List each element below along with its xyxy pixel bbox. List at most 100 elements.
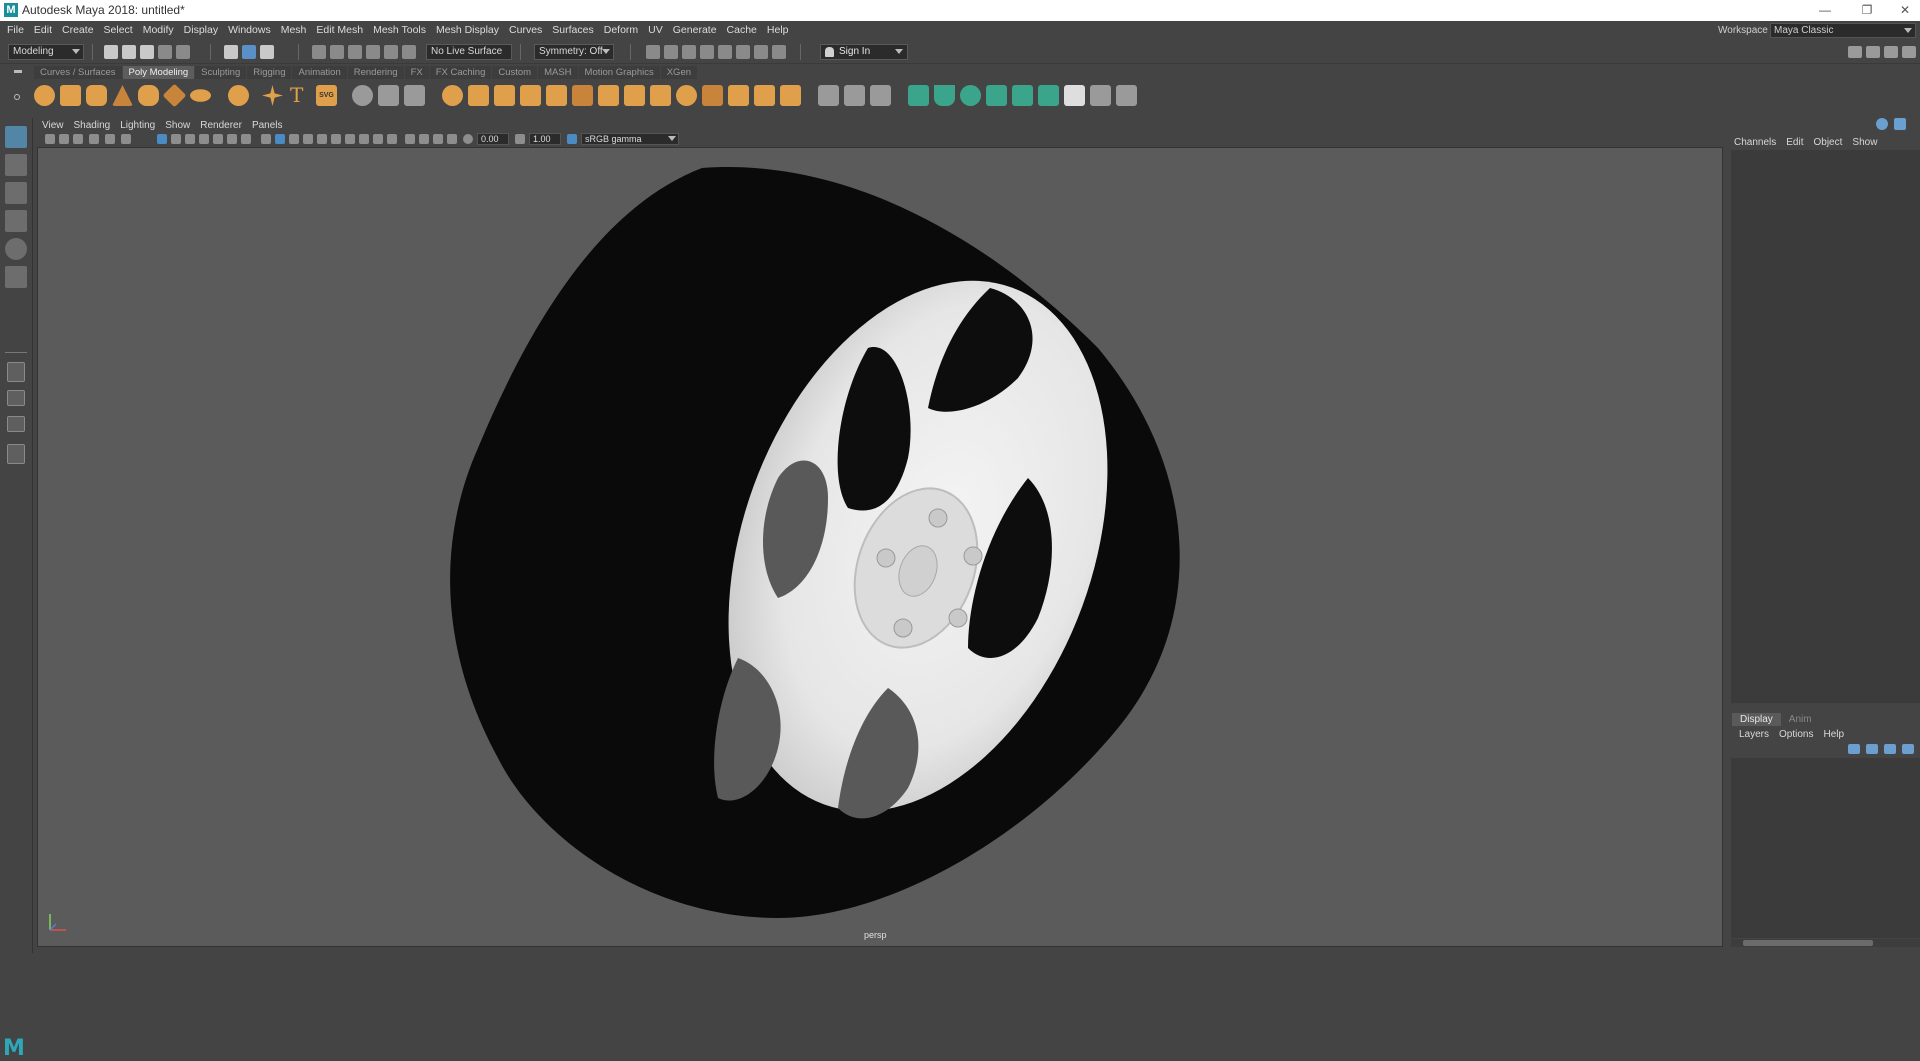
isolate-select-icon[interactable] (405, 134, 415, 144)
menu-display[interactable]: Display (179, 21, 223, 40)
smooth-icon[interactable] (404, 85, 425, 106)
poly-disc-icon[interactable] (190, 89, 211, 102)
menu-cache[interactable]: Cache (722, 21, 762, 40)
lasso-tool-icon[interactable] (5, 154, 27, 176)
view-transform-dropdown[interactable]: sRGB gamma (581, 133, 679, 145)
safe-action-icon[interactable] (227, 134, 237, 144)
light-editor-icon[interactable] (754, 45, 768, 59)
screen-space-ao-icon[interactable] (345, 134, 355, 144)
uv-cut-icon[interactable] (1090, 85, 1111, 106)
minimize-icon[interactable]: — (1810, 2, 1840, 18)
new-empty-layer-icon[interactable] (1884, 744, 1896, 754)
shelf-menu-icon[interactable] (14, 70, 22, 73)
two-d-pan-zoom-icon[interactable] (105, 134, 115, 144)
shelf-tab-fx[interactable]: FX (404, 66, 429, 79)
rotate-tool-icon[interactable] (5, 238, 27, 260)
uv-checker-icon[interactable] (1064, 85, 1085, 106)
toggle-attribute-editor-icon[interactable] (1866, 46, 1880, 58)
boolean-icon[interactable] (442, 85, 463, 106)
grid-toggle-icon[interactable] (157, 134, 167, 144)
redo-icon[interactable] (176, 45, 190, 59)
quadrangulate-icon[interactable] (780, 85, 801, 106)
shelf-tab-motion-graphics[interactable]: Motion Graphics (578, 66, 660, 79)
shelf-tab-poly-modeling[interactable]: Poly Modeling (122, 66, 195, 79)
move-tool-icon[interactable] (5, 210, 27, 232)
channel-box-icon[interactable] (1876, 118, 1888, 130)
outliner-icon[interactable] (7, 444, 25, 464)
shelf-tab-rendering[interactable]: Rendering (347, 66, 404, 79)
spherical-mapping-icon[interactable] (960, 85, 981, 106)
menu-mesh[interactable]: Mesh (276, 21, 312, 40)
pause-viewport-icon[interactable] (772, 45, 786, 59)
toggle-modeling-toolkit-icon[interactable] (1848, 46, 1862, 58)
panel-menu-show[interactable]: Show (160, 118, 195, 134)
select-objects-icon[interactable] (242, 45, 256, 59)
combine-icon[interactable] (352, 85, 373, 106)
menu-surfaces[interactable]: Surfaces (547, 21, 598, 40)
poly-cone-icon[interactable] (112, 85, 133, 106)
shelf-tab-custom[interactable]: Custom (492, 66, 538, 79)
shelf-tab-curves-surfaces[interactable]: Curves / Surfaces (34, 66, 122, 79)
extract-icon[interactable] (494, 85, 515, 106)
anti-aliasing-icon[interactable] (373, 134, 383, 144)
type-text-icon[interactable]: T (290, 83, 303, 107)
close-icon[interactable]: ✕ (1890, 2, 1920, 18)
restore-icon[interactable]: ❐ (1852, 2, 1882, 18)
channel-box-panel[interactable] (1731, 150, 1920, 703)
layer-tab-anim[interactable]: Anim (1781, 713, 1820, 726)
menu-edit-mesh[interactable]: Edit Mesh (311, 21, 368, 40)
resolution-gate-icon[interactable] (185, 134, 195, 144)
layer-help-menu[interactable]: Help (1818, 729, 1849, 740)
persp-outliner-layout-icon[interactable] (7, 416, 25, 432)
shelf-tab-mash[interactable]: MASH (538, 66, 578, 79)
shelf-options-icon[interactable] (14, 94, 20, 100)
undo-icon[interactable] (158, 45, 172, 59)
mirror-icon[interactable] (468, 85, 489, 106)
shelf-tab-sculpting[interactable]: Sculpting (195, 66, 247, 79)
viewport-persp[interactable]: persp (37, 147, 1723, 947)
wheel-model[interactable] (38, 148, 1723, 947)
select-components-icon[interactable] (260, 45, 274, 59)
poly-cube-icon[interactable] (60, 85, 81, 106)
poly-platonic-icon[interactable] (228, 85, 249, 106)
uv-unfold-icon[interactable] (1038, 85, 1059, 106)
menu-uv[interactable]: UV (643, 21, 668, 40)
merge-icon[interactable] (624, 85, 645, 106)
layer-list-scrollbar[interactable] (1731, 939, 1920, 947)
smooth-shade-icon[interactable] (275, 134, 285, 144)
render-settings-icon[interactable] (646, 45, 660, 59)
offset-edge-loop-icon[interactable] (870, 85, 891, 106)
layer-list[interactable] (1731, 758, 1920, 938)
menu-windows[interactable]: Windows (223, 21, 276, 40)
save-scene-icon[interactable] (140, 45, 154, 59)
make-live-icon[interactable] (402, 45, 416, 59)
xray-joints-icon[interactable] (433, 134, 443, 144)
poly-torus-icon[interactable] (138, 85, 159, 106)
film-gate-icon[interactable] (171, 134, 181, 144)
field-chart-icon[interactable] (213, 134, 223, 144)
new-scene-icon[interactable] (104, 45, 118, 59)
xray-icon[interactable] (419, 134, 429, 144)
image-plane-icon[interactable] (89, 134, 99, 144)
menu-deform[interactable]: Deform (599, 21, 643, 40)
menu-create[interactable]: Create (57, 21, 99, 40)
attribute-editor-icon[interactable] (1894, 118, 1906, 130)
circularize-icon[interactable] (676, 85, 697, 106)
snap-point-icon[interactable] (348, 45, 362, 59)
open-scene-icon[interactable] (122, 45, 136, 59)
menu-select[interactable]: Select (99, 21, 138, 40)
extrude-icon[interactable] (572, 85, 593, 106)
menu-help[interactable]: Help (762, 21, 794, 40)
select-hierarchy-icon[interactable] (224, 45, 238, 59)
textured-icon[interactable] (303, 134, 313, 144)
shelf-tab-animation[interactable]: Animation (292, 66, 347, 79)
gamma-field[interactable]: 1.00 (529, 133, 561, 145)
render-frame-icon[interactable] (664, 45, 678, 59)
poly-cylinder-icon[interactable] (86, 85, 107, 106)
live-surface-field[interactable]: No Live Surface (426, 44, 512, 60)
bevel-icon[interactable] (598, 85, 619, 106)
shelf-tab-rigging[interactable]: Rigging (247, 66, 292, 79)
multi-cut-icon[interactable] (818, 85, 839, 106)
depth-of-field-icon[interactable] (387, 134, 397, 144)
exposure-icon[interactable] (463, 134, 473, 144)
